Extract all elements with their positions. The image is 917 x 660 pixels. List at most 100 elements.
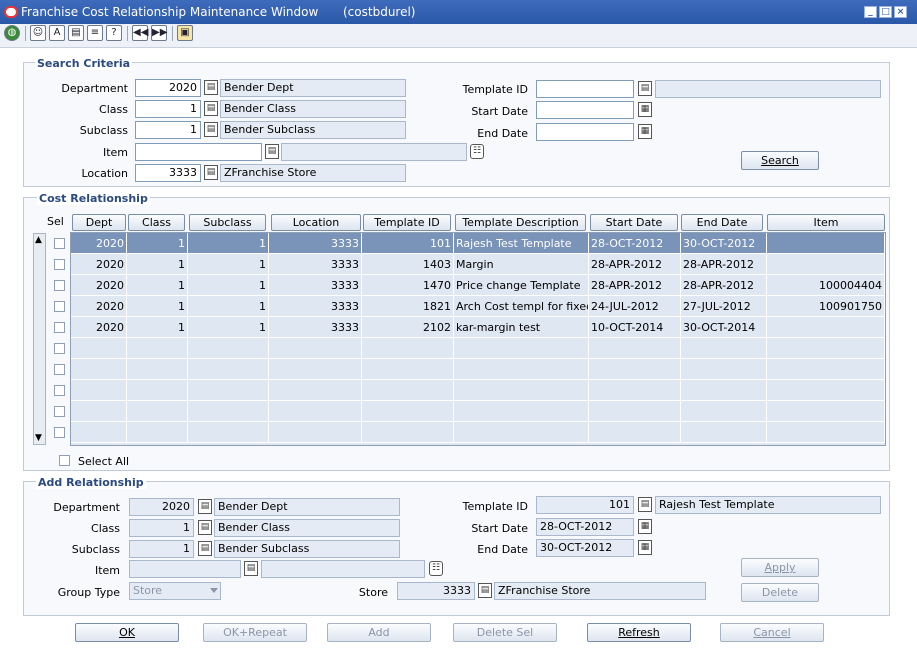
cell-class[interactable]: 1 — [127, 275, 188, 296]
cell-subclass[interactable]: 1 — [188, 254, 269, 275]
column-header-dept[interactable]: Dept — [72, 214, 126, 231]
cell-item[interactable] — [767, 380, 885, 401]
search-location-field[interactable]: 3333 — [135, 164, 201, 182]
cell-class[interactable] — [127, 422, 188, 443]
cell-location[interactable] — [269, 422, 362, 443]
row-select-checkbox[interactable] — [54, 406, 65, 417]
cell-start-date[interactable]: 24-JUL-2012 — [589, 296, 681, 317]
location-lov-icon[interactable]: ▤ — [204, 165, 218, 180]
cell-location[interactable] — [269, 401, 362, 422]
search-class-field[interactable]: 1 — [135, 100, 201, 118]
add-item-lov-icon[interactable]: ▤ — [244, 561, 258, 576]
column-header-template-description[interactable]: Template Description — [455, 214, 586, 231]
cell-item[interactable] — [767, 317, 885, 338]
table-row[interactable]: 20201133331821Arch Cost templ for fixed … — [71, 296, 885, 317]
cell-item[interactable] — [767, 359, 885, 380]
cell-start-date[interactable]: 28-APR-2012 — [589, 254, 681, 275]
cell-item[interactable] — [767, 422, 885, 443]
cell-template-id[interactable]: 1403 — [362, 254, 454, 275]
add-template-id-field[interactable]: 101 — [536, 496, 634, 514]
group-type-select[interactable]: Store — [129, 582, 221, 600]
add-end-date-calendar-icon[interactable]: ▦ — [638, 540, 652, 555]
add-button[interactable]: Add — [327, 623, 431, 642]
add-start-date-field[interactable]: 28-OCT-2012 — [536, 518, 634, 536]
template-lov-icon[interactable]: ▤ — [638, 81, 652, 96]
cell-end-date[interactable] — [681, 422, 767, 443]
subclass-lov-icon[interactable]: ▤ — [204, 122, 218, 137]
cell-dept[interactable]: 2020 — [71, 296, 127, 317]
cell-end-date[interactable] — [681, 401, 767, 422]
cell-dept[interactable]: 2020 — [71, 254, 127, 275]
cell-start-date[interactable] — [589, 338, 681, 359]
window-icon[interactable]: ▣ — [177, 25, 193, 41]
cell-item[interactable] — [767, 338, 885, 359]
scroll-up-icon[interactable]: ▲ — [35, 235, 42, 245]
cell-template-id[interactable] — [362, 359, 454, 380]
table-row[interactable]: 2020 1 1 3333 101 Rajesh Test Template 28-OCT-… — [71, 233, 885, 254]
cell-start-date[interactable] — [589, 380, 681, 401]
cell-dept[interactable]: 2020 — [71, 275, 127, 296]
globe-icon[interactable]: ◍ — [4, 25, 20, 41]
empty-table-row[interactable] — [71, 422, 885, 443]
column-header-end-date[interactable]: End Date — [681, 214, 763, 231]
cell-end-date[interactable] — [681, 359, 767, 380]
cell-class[interactable]: 1 — [127, 317, 188, 338]
cell-end-date[interactable]: 27-JUL-2012 — [681, 296, 767, 317]
store-field[interactable]: 3333 — [397, 582, 475, 600]
cell-location[interactable]: 3333 — [269, 296, 362, 317]
empty-table-row[interactable] — [71, 401, 885, 422]
class-lov-icon[interactable]: ▤ — [204, 101, 218, 116]
cell-end-date[interactable] — [681, 338, 767, 359]
store-lov-icon[interactable]: ▤ — [478, 583, 492, 598]
cell-template-description[interactable]: kar-margin test — [454, 317, 589, 338]
cell-start-date[interactable] — [589, 359, 681, 380]
ok-repeat-button[interactable]: OK+Repeat — [203, 623, 307, 642]
cell-class[interactable] — [127, 359, 188, 380]
cell-template-id[interactable]: 101 — [362, 233, 454, 254]
cell-item[interactable] — [767, 401, 885, 422]
cell-template-description[interactable] — [454, 401, 589, 422]
cell-template-id[interactable] — [362, 422, 454, 443]
cell-template-description[interactable] — [454, 380, 589, 401]
cell-dept[interactable] — [71, 401, 127, 422]
cell-location[interactable]: 3333 — [269, 254, 362, 275]
cell-template-id[interactable] — [362, 380, 454, 401]
row-select-checkbox[interactable] — [54, 259, 65, 270]
row-select-checkbox[interactable] — [54, 301, 65, 312]
column-header-template-id[interactable]: Template ID — [363, 214, 451, 231]
cell-subclass[interactable] — [188, 422, 269, 443]
cell-template-description[interactable]: Margin — [454, 254, 589, 275]
start-date-calendar-icon[interactable]: ▦ — [638, 102, 652, 117]
cell-template-id[interactable] — [362, 401, 454, 422]
cell-end-date[interactable]: 28-APR-2012 — [681, 275, 767, 296]
cell-start-date[interactable] — [589, 401, 681, 422]
cell-template-id[interactable]: 1470 — [362, 275, 454, 296]
cell-subclass[interactable] — [188, 338, 269, 359]
column-header-start-date[interactable]: Start Date — [590, 214, 678, 231]
delete-button[interactable]: Delete — [741, 583, 819, 602]
cell-start-date[interactable]: 28-APR-2012 — [589, 275, 681, 296]
cell-template-description[interactable] — [454, 338, 589, 359]
cell-dept[interactable]: 2020 — [71, 233, 127, 254]
refresh-button[interactable]: Refresh — [587, 623, 691, 642]
first-record-icon[interactable]: ◀◀ — [132, 25, 148, 41]
cell-dept[interactable] — [71, 359, 127, 380]
cell-start-date[interactable]: 10-OCT-2014 — [589, 317, 681, 338]
cell-end-date[interactable]: 30-OCT-2014 — [681, 317, 767, 338]
cell-class[interactable] — [127, 380, 188, 401]
cell-class[interactable] — [127, 338, 188, 359]
close-icon[interactable]: × — [894, 6, 907, 18]
add-end-date-field[interactable]: 30-OCT-2012 — [536, 539, 634, 557]
cell-item[interactable]: 100004404 — [767, 275, 885, 296]
cell-template-description[interactable]: Arch Cost templ for fixed co — [454, 296, 589, 317]
search-item-field[interactable] — [135, 143, 262, 161]
add-department-lov-icon[interactable]: ▤ — [198, 499, 212, 514]
cell-dept[interactable] — [71, 380, 127, 401]
add-item-field[interactable] — [129, 560, 241, 578]
column-header-class[interactable]: Class — [128, 214, 185, 231]
cell-subclass[interactable]: 1 — [188, 275, 269, 296]
add-start-date-calendar-icon[interactable]: ▦ — [638, 519, 652, 534]
cell-class[interactable] — [127, 401, 188, 422]
row-select-checkbox[interactable] — [54, 280, 65, 291]
scroll-down-icon[interactable]: ▼ — [35, 433, 42, 443]
